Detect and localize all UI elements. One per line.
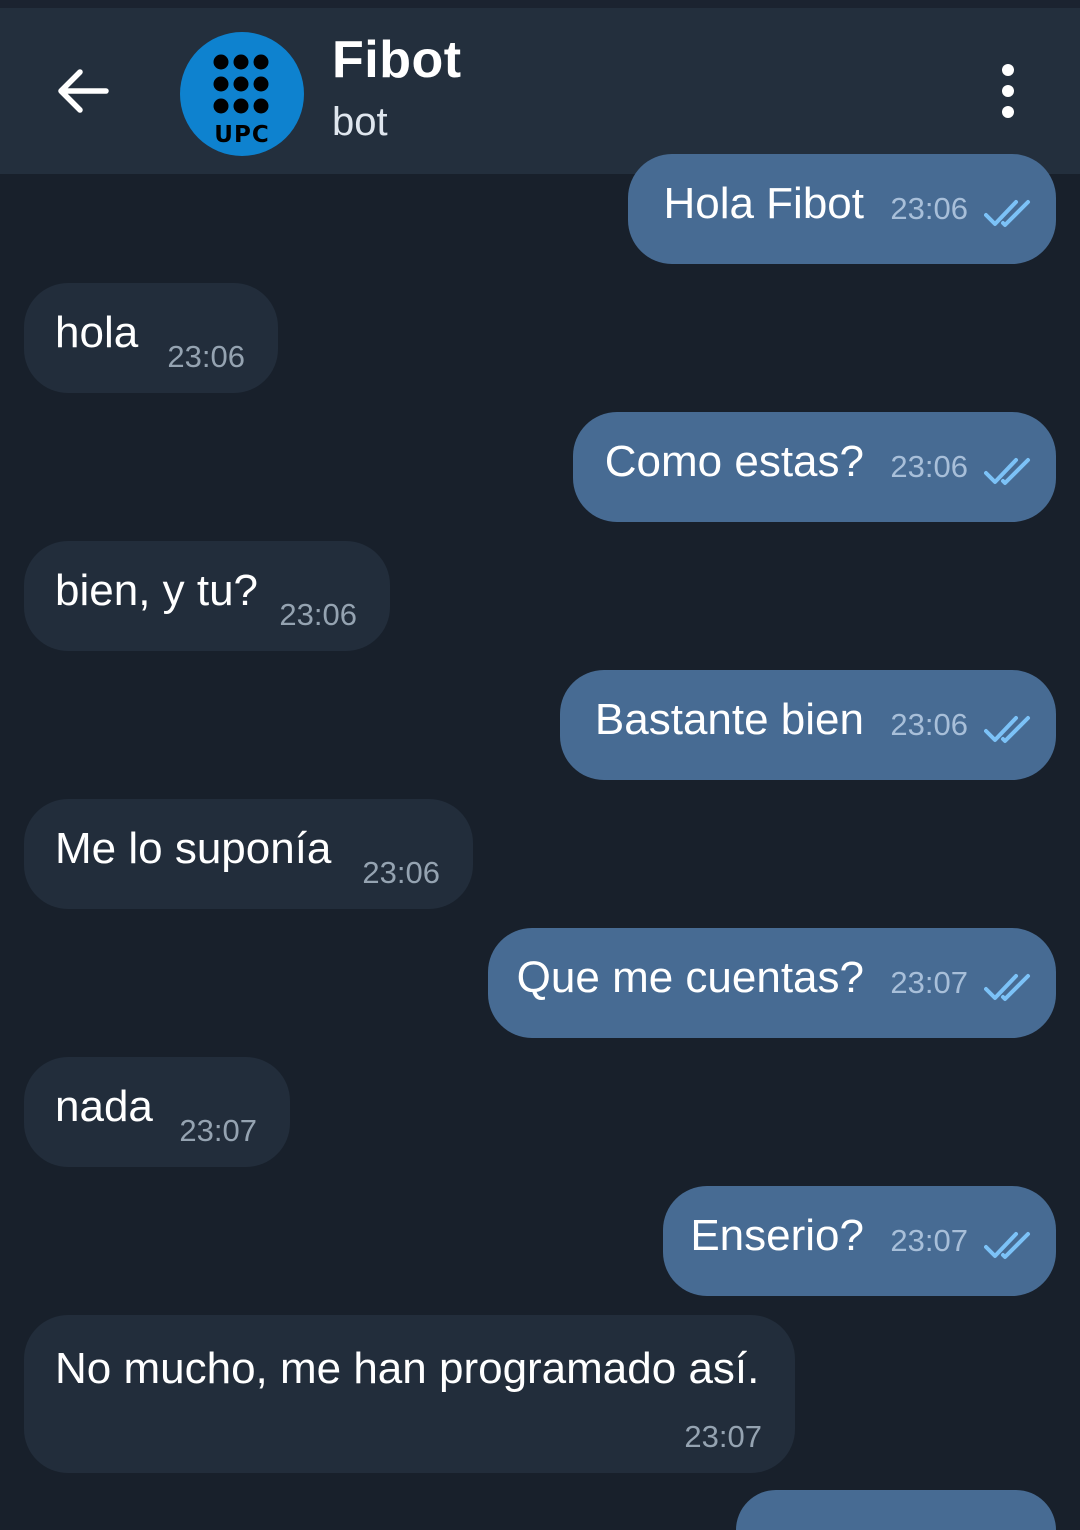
message-time: 23:06 <box>362 855 440 890</box>
back-button[interactable] <box>50 58 116 124</box>
outgoing-message[interactable]: Hola Fibot 23:06 <box>628 154 1056 264</box>
message-text: Como estas? <box>604 437 864 486</box>
message-time: 23:07 <box>179 1113 257 1148</box>
more-vertical-icon <box>990 64 1026 118</box>
double-check-icon <box>984 458 1030 485</box>
double-check-icon <box>984 1232 1030 1259</box>
message-time: 23:07 <box>890 965 968 1000</box>
message-time: 23:06 <box>890 707 968 742</box>
message-time: 23:07 <box>684 1419 762 1454</box>
message-text: No mucho, me han programado así. <box>55 1344 760 1393</box>
status-bar-strip <box>0 0 1080 8</box>
upc-logo-icon: UPC <box>213 54 269 148</box>
message-text: Bastante bien <box>594 695 864 744</box>
message-time: 23:06 <box>890 449 968 484</box>
outgoing-message[interactable]: Que me cuentas? 23:07 <box>488 928 1056 1038</box>
double-check-icon <box>984 200 1030 227</box>
message-text: hola <box>55 308 139 357</box>
double-check-icon <box>984 974 1030 1001</box>
arrow-left-icon <box>58 69 109 113</box>
incoming-message[interactable]: Me lo suponía 23:06 <box>24 799 473 909</box>
outgoing-message-partial[interactable] <box>736 1490 1056 1530</box>
outgoing-message[interactable]: Enserio? 23:07 <box>663 1186 1056 1296</box>
incoming-message[interactable]: No mucho, me han programado así. 23:07 <box>24 1315 795 1473</box>
message-time: 23:06 <box>890 191 968 226</box>
chat-subtitle: bot <box>332 100 388 144</box>
message-text: nada <box>55 1082 153 1131</box>
message-text: bien, y tu? <box>55 566 259 615</box>
outgoing-message[interactable]: Como estas? 23:06 <box>573 412 1056 522</box>
message-text: Enserio? <box>690 1211 864 1260</box>
avatar[interactable]: UPC <box>180 32 304 156</box>
incoming-message[interactable]: nada 23:07 <box>24 1057 290 1167</box>
double-check-icon <box>984 716 1030 743</box>
message-time: 23:06 <box>279 597 357 632</box>
chat-title[interactable]: Fibot <box>332 30 462 90</box>
chat-header: UPC Fibot bot <box>0 8 1080 174</box>
more-options-button[interactable] <box>990 64 1026 130</box>
incoming-message[interactable]: bien, y tu? 23:06 <box>24 541 390 651</box>
svg-text:UPC: UPC <box>214 122 269 148</box>
message-text: Que me cuentas? <box>516 953 864 1002</box>
message-text: Hola Fibot <box>663 179 864 228</box>
message-time: 23:06 <box>167 339 245 374</box>
incoming-message[interactable]: hola 23:06 <box>24 283 278 393</box>
message-text: Me lo suponía <box>55 824 332 873</box>
message-time: 23:07 <box>890 1223 968 1258</box>
outgoing-message[interactable]: Bastante bien 23:06 <box>560 670 1056 780</box>
